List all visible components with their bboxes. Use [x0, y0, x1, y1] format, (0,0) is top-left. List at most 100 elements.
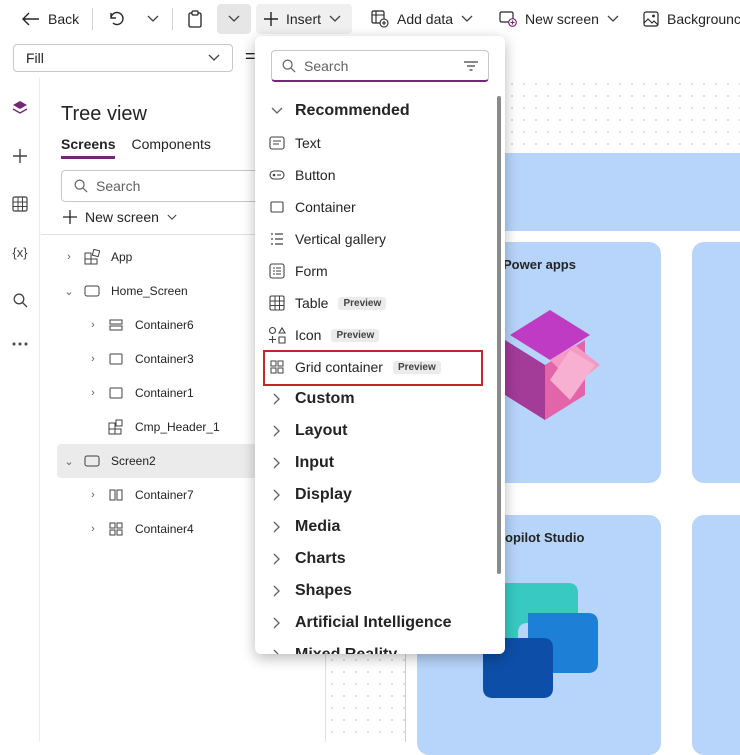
tree-node-label: Cmp_Header_1 [135, 420, 220, 434]
search-icon [282, 59, 296, 72]
tree-node-label: Container4 [135, 522, 194, 536]
equals-sign: = [245, 46, 256, 66]
left-rail: {x} [0, 78, 40, 742]
more-nav-button[interactable] [10, 334, 30, 354]
tab-components[interactable]: Components [131, 136, 210, 159]
screen-add-icon [499, 11, 517, 27]
insert-label: Insert [286, 11, 322, 27]
insert-item-table[interactable]: Table Preview [267, 287, 493, 319]
plus-icon [13, 149, 27, 163]
category-label: Display [295, 486, 352, 503]
filter-icon[interactable] [464, 60, 478, 71]
tree-node-label: Container3 [135, 352, 194, 366]
form-icon [267, 263, 287, 279]
chevron-down-icon [167, 214, 177, 220]
tree-node-container7[interactable]: › Container7 [87, 478, 194, 512]
insert-item-form[interactable]: Form [267, 255, 493, 287]
category-layout[interactable]: Layout [267, 415, 493, 447]
chevron-right-icon [267, 457, 287, 469]
card-right-2[interactable] [692, 515, 740, 755]
component-icon [107, 419, 125, 435]
undo-dropdown-button[interactable] [147, 0, 159, 38]
item-label: Form [295, 263, 328, 279]
insert-button[interactable]: Insert [264, 0, 341, 38]
new-screen-button[interactable]: New screen [499, 0, 619, 38]
tree-node-cmp-header[interactable]: Cmp_Header_1 [87, 410, 220, 444]
tree-node-container1[interactable]: › Container1 [87, 376, 194, 410]
item-label: Grid container [295, 359, 383, 375]
property-value: Fill [26, 50, 44, 66]
insert-search-input[interactable]: Search [271, 50, 489, 82]
background-label: Backgrounc [667, 11, 740, 27]
paste-button[interactable] [187, 0, 203, 38]
tree-search-input[interactable]: Search [61, 170, 271, 202]
category-artificial-intelligence[interactable]: Artificial Intelligence [267, 607, 493, 639]
undo-button[interactable] [108, 0, 124, 38]
new-screen-tree-button[interactable]: New screen [63, 209, 177, 225]
tree-node-container3[interactable]: › Container3 [87, 342, 194, 376]
chevron-down-icon: ⌄ [64, 455, 74, 468]
clipboard-icon [188, 10, 202, 28]
recommended-section-header[interactable]: Recommended [267, 95, 493, 127]
chevron-down-icon [267, 107, 287, 115]
insert-item-container[interactable]: Container [267, 191, 493, 223]
insert-item-text[interactable]: Text [267, 127, 493, 159]
container-icon [267, 201, 287, 213]
item-label: Button [295, 167, 336, 183]
insert-item-vertical-gallery[interactable]: Vertical gallery [267, 223, 493, 255]
search-nav-button[interactable] [10, 290, 30, 310]
tree-node-label: Container1 [135, 386, 194, 400]
paste-dropdown-button[interactable] [217, 4, 251, 34]
preview-badge: Preview [338, 296, 387, 310]
insert-item-button[interactable]: Button [267, 159, 493, 191]
tree-search-placeholder: Search [96, 178, 141, 194]
insert-item-grid-container[interactable]: Grid container Preview [267, 351, 493, 383]
insert-nav-button[interactable] [10, 146, 30, 166]
preview-badge: Preview [331, 328, 380, 342]
tree-tabs: Screens Components [61, 136, 211, 159]
add-data-button[interactable]: Add data [371, 0, 473, 38]
category-display[interactable]: Display [267, 479, 493, 511]
background-button[interactable]: Backgrounc [643, 0, 740, 38]
power-apps-logo [505, 310, 600, 420]
shapes-icon [267, 326, 287, 344]
tree-node-container6[interactable]: › Container6 [87, 308, 194, 342]
tab-screens[interactable]: Screens [61, 136, 116, 159]
item-label: Text [295, 135, 321, 151]
chevron-right-icon: › [91, 523, 95, 535]
table-add-icon [371, 10, 389, 28]
property-dropdown[interactable]: Fill [13, 44, 233, 72]
category-charts[interactable]: Charts [267, 543, 493, 575]
chevron-right-icon [267, 585, 287, 597]
insert-item-icon[interactable]: Icon Preview [267, 319, 493, 351]
more-horizontal-icon [12, 342, 28, 346]
button-control-icon [267, 170, 287, 180]
category-media[interactable]: Media [267, 511, 493, 543]
category-label: Mixed Reality [295, 646, 397, 654]
container-icon [107, 353, 125, 365]
undo-icon [110, 11, 124, 26]
back-button[interactable]: Back [22, 0, 79, 38]
tree-node-home-screen[interactable]: ⌄ Home_Screen [63, 274, 187, 308]
chevron-right-icon: › [91, 489, 95, 501]
category-input[interactable]: Input [267, 447, 493, 479]
menu-scrollbar[interactable] [497, 96, 501, 574]
tree-node-container4[interactable]: › Container4 [87, 512, 194, 546]
toolbar-divider [92, 8, 93, 30]
chevron-right-icon [267, 649, 287, 654]
tree-node-screen2[interactable]: ⌄ Screen2 [63, 444, 155, 478]
card-right-1[interactable] [692, 242, 740, 483]
category-custom[interactable]: Custom [267, 383, 493, 415]
search-icon [74, 179, 88, 193]
tree-node-app[interactable]: › App [63, 240, 132, 274]
variables-icon: {x} [12, 244, 28, 260]
variables-nav-button[interactable]: {x} [10, 242, 30, 262]
data-nav-button[interactable] [10, 194, 30, 214]
chevron-right-icon [267, 489, 287, 501]
chevron-right-icon: › [91, 319, 95, 331]
item-label: Icon [295, 327, 322, 343]
tree-view-nav-button[interactable] [10, 98, 30, 118]
grid-container-icon [267, 360, 287, 374]
category-mixed-reality[interactable]: Mixed Reality [267, 639, 493, 654]
category-shapes[interactable]: Shapes [267, 575, 493, 607]
